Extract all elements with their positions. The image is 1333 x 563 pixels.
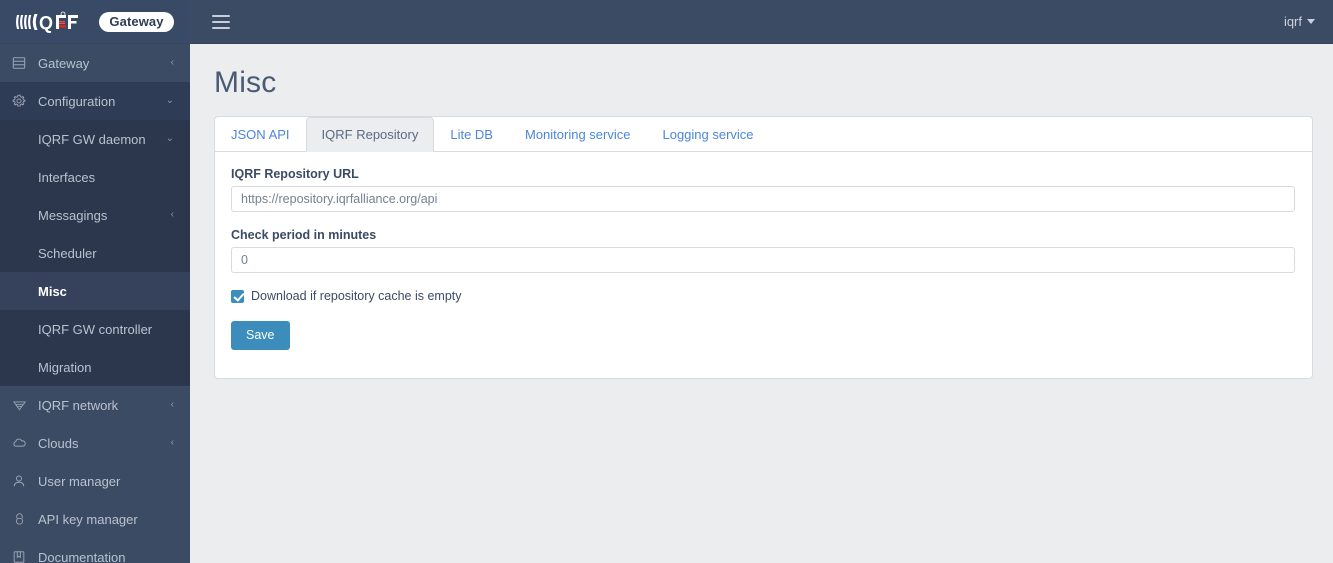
tab-lite-db[interactable]: Lite DB — [434, 117, 509, 152]
sidebar-item-api-key-manager[interactable]: API key manager — [0, 500, 190, 538]
sidebar-item-label: Configuration — [38, 93, 116, 109]
repository-url-input[interactable] — [231, 186, 1295, 212]
sidebar-item-messagings[interactable]: Messagings ‹ — [0, 196, 190, 234]
chevron-down-icon: ⌄ — [165, 133, 174, 144]
page-content: Misc JSON API IQRF Repository Lite DB Mo… — [190, 44, 1333, 563]
tab-iqrf-repository[interactable]: IQRF Repository — [305, 117, 435, 152]
tab-monitoring-service[interactable]: Monitoring service — [509, 117, 647, 152]
brand-header[interactable]: Q Gateway — [0, 0, 190, 44]
hamburger-bar — [212, 26, 230, 29]
sidebar-item-label: IQRF GW daemon — [38, 131, 146, 147]
cloud-icon — [0, 436, 38, 450]
lock-icon — [0, 512, 38, 526]
sidebar-item-label: IQRF GW controller — [38, 321, 153, 337]
chevron-left-icon: ‹ — [170, 209, 174, 220]
user-menu[interactable]: iqrf — [1284, 14, 1315, 29]
sidebar-item-label: Scheduler — [38, 245, 97, 261]
svg-text:Q: Q — [39, 13, 53, 33]
sidebar-item-scheduler[interactable]: Scheduler — [0, 234, 190, 272]
sidebar-item-gateway[interactable]: Gateway ‹ — [0, 44, 190, 82]
sidebar-item-label: Clouds — [38, 435, 79, 451]
save-button[interactable]: Save — [231, 321, 290, 350]
download-cache-checkbox-row: Download if repository cache is empty — [231, 289, 1294, 303]
main-area: iqrf Misc JSON API IQRF Repository Lite … — [190, 0, 1333, 563]
sidebar-item-label: Interfaces — [38, 169, 96, 185]
hamburger-menu-icon[interactable] — [210, 11, 232, 33]
sidebar-item-label: Messagings — [38, 207, 108, 223]
book-icon — [0, 550, 38, 563]
sidebar-nav: Gateway ‹ Configuration ⌄ IQRF GW daemon — [0, 44, 190, 563]
chevron-down-icon: ⌄ — [165, 95, 174, 106]
sidebar-item-iqrf-gw-daemon[interactable]: IQRF GW daemon ⌄ — [0, 120, 190, 158]
network-icon — [0, 398, 38, 412]
hamburger-bar — [212, 20, 230, 23]
user-icon — [0, 474, 38, 488]
iqrf-repository-form: IQRF Repository URL Check period in minu… — [215, 152, 1312, 350]
tab-json-api[interactable]: JSON API — [215, 117, 306, 152]
sidebar-item-label: User manager — [38, 473, 121, 489]
sidebar-item-clouds[interactable]: Clouds ‹ — [0, 424, 190, 462]
server-icon — [0, 56, 38, 70]
tab-bar: JSON API IQRF Repository Lite DB Monitor… — [215, 117, 1312, 152]
logo: Q Gateway — [16, 11, 174, 33]
chevron-left-icon: ‹ — [170, 437, 174, 448]
download-cache-checkbox[interactable] — [231, 289, 244, 303]
sidebar-item-misc[interactable]: Misc — [0, 272, 190, 310]
check-period-input[interactable] — [231, 247, 1295, 273]
sidebar-item-interfaces[interactable]: Interfaces — [0, 158, 190, 196]
sidebar-item-label: Documentation — [38, 549, 126, 563]
chevron-left-icon: ‹ — [170, 57, 174, 68]
sidebar-item-user-manager[interactable]: User manager — [0, 462, 190, 500]
top-header: iqrf — [190, 0, 1333, 44]
sidebar-item-label: API key manager — [38, 511, 138, 527]
page-title: Misc — [214, 66, 277, 99]
download-cache-label[interactable]: Download if repository cache is empty — [251, 289, 462, 303]
repository-url-label: IQRF Repository URL — [231, 167, 359, 181]
gateway-badge: Gateway — [99, 11, 174, 32]
sidebar-item-label: Migration — [38, 359, 92, 375]
sidebar-item-iqrf-network[interactable]: IQRF network ‹ — [0, 386, 190, 424]
sidebar-item-configuration[interactable]: Configuration ⌄ — [0, 82, 190, 120]
chevron-left-icon: ‹ — [170, 399, 174, 410]
sidebar-item-migration[interactable]: Migration — [0, 348, 190, 386]
sidebar: Q Gateway Gateway ‹ Configuration ⌄ IQRF… — [0, 0, 190, 563]
sidebar-item-iqrf-gw-controller[interactable]: IQRF GW controller — [0, 310, 190, 348]
sidebar-item-label: Misc — [38, 283, 67, 299]
sidebar-item-label: IQRF network — [38, 397, 119, 413]
chevron-down-icon — [1307, 19, 1315, 24]
gear-icon — [0, 94, 38, 108]
user-menu-label: iqrf — [1283, 14, 1302, 29]
check-period-label: Check period in minutes — [231, 228, 377, 242]
app-root: Q Gateway Gateway ‹ Configuration ⌄ IQRF… — [0, 0, 1333, 563]
hamburger-bar — [212, 14, 230, 17]
misc-settings-card: JSON API IQRF Repository Lite DB Monitor… — [214, 116, 1313, 379]
iqrf-logo-icon: Q — [16, 11, 94, 33]
sidebar-item-documentation[interactable]: Documentation — [0, 538, 190, 563]
tab-logging-service[interactable]: Logging service — [646, 117, 769, 152]
sidebar-item-label: Gateway — [38, 55, 90, 71]
